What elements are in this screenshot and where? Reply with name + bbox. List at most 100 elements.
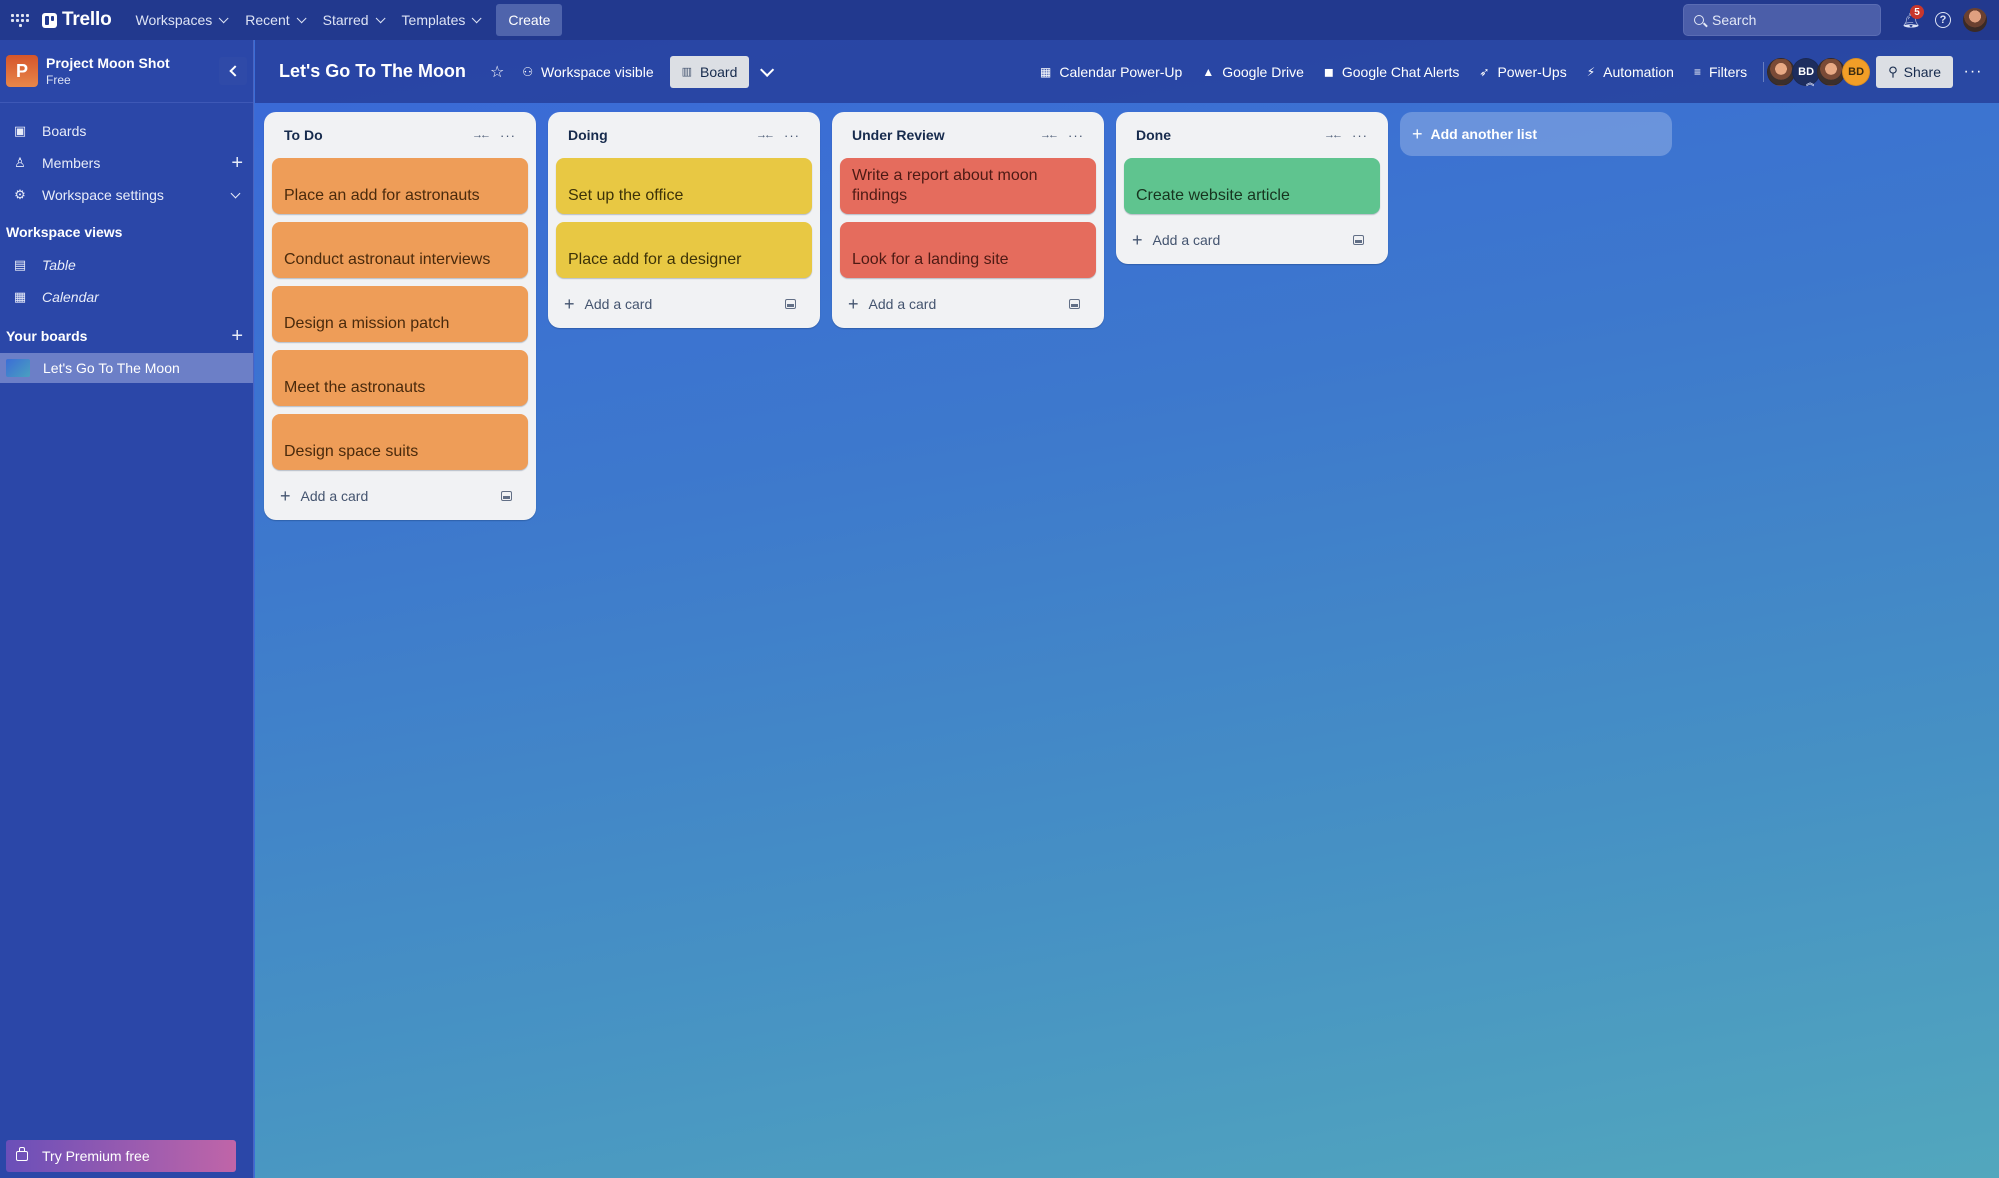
collapse-list-icon[interactable]: →← (750, 121, 778, 149)
card[interactable]: Set up the office (556, 158, 812, 214)
briefcase-icon (16, 1147, 28, 1161)
chevron-down-icon[interactable] (230, 188, 241, 198)
card[interactable]: Meet the astronauts (272, 350, 528, 406)
workspace-info: Project Moon Shot Free (46, 55, 219, 87)
sidebar-board-label: Let's Go To The Moon (43, 360, 180, 376)
add-list-label: Add another list (1430, 126, 1538, 142)
google-chat-alerts-button[interactable]: ◼ Google Chat Alerts (1314, 56, 1469, 88)
card[interactable]: Design a mission patch (272, 286, 528, 342)
premium-label: Try Premium free (42, 1148, 150, 1164)
workspace-header: P Project Moon Shot Free (0, 40, 253, 103)
create-from-template-button[interactable] (1060, 290, 1088, 318)
card[interactable]: Write a report about moon findings (840, 158, 1096, 214)
list-title[interactable]: Doing (568, 127, 750, 143)
collapse-list-icon[interactable]: →← (1318, 121, 1346, 149)
card[interactable]: Look for a landing site (840, 222, 1096, 278)
add-card-button[interactable]: + Add a card (280, 480, 492, 512)
list-title[interactable]: Done (1136, 127, 1318, 143)
sidebar-board-lets-go-to-the-moon[interactable]: Let's Go To The Moon (0, 353, 253, 383)
create-button[interactable]: Create (496, 4, 563, 36)
sidebar-item-label: Members (42, 155, 101, 171)
automation-button[interactable]: ⚡︎ Automation (1577, 56, 1684, 88)
add-card-button[interactable]: + Add a card (1132, 224, 1344, 256)
powerup-label: Power-Ups (1497, 63, 1567, 80)
list-menu-icon[interactable]: ··· (1346, 121, 1374, 149)
sidebar-item-calendar[interactable]: ▦ Calendar (0, 281, 253, 313)
app-switcher-icon[interactable] (10, 10, 30, 30)
sidebar-item-label: Table (42, 257, 76, 273)
create-from-template-button[interactable] (492, 482, 520, 510)
power-ups-button[interactable]: ➶ Power-Ups (1469, 56, 1576, 88)
recent-menu[interactable]: Recent (235, 4, 312, 36)
board-header: Let's Go To The Moon ☆ ⚇ Workspace visib… (255, 40, 1999, 103)
app-name: Trello (62, 9, 112, 30)
template-icon (1068, 299, 1080, 309)
collapse-sidebar-button[interactable] (219, 57, 247, 85)
visibility-button[interactable]: ⚇ Workspace visible (512, 56, 663, 88)
section-heading: Your boards (6, 328, 88, 344)
collapse-list-icon[interactable]: →← (466, 121, 494, 149)
star-icon: ☆ (489, 63, 505, 81)
sidebar-item-members[interactable]: ♙ Members + (0, 147, 253, 179)
card[interactable]: Create website article (1124, 158, 1380, 214)
list-title[interactable]: To Do (284, 127, 466, 143)
card[interactable]: Place an add for astronauts (272, 158, 528, 214)
search-input[interactable]: Search (1683, 4, 1881, 36)
try-premium-button[interactable]: Try Premium free (6, 1140, 236, 1172)
account-avatar-button[interactable] (1959, 4, 1991, 36)
board-title[interactable]: Let's Go To The Moon (279, 61, 466, 82)
member-avatar[interactable] (1767, 57, 1796, 86)
sidebar-item-label: Calendar (42, 289, 99, 305)
list-title[interactable]: Under Review (852, 127, 1034, 143)
add-card-button[interactable]: + Add a card (564, 288, 776, 320)
add-card-button[interactable]: + Add a card (848, 288, 1060, 320)
sidebar-item-label: Boards (42, 123, 87, 139)
sidebar-item-workspace-settings[interactable]: ⚙ Workspace settings (0, 179, 253, 211)
card[interactable]: Conduct astronaut interviews (272, 222, 528, 278)
member-avatar[interactable]: BD (1842, 57, 1871, 86)
collapse-list-icon[interactable]: →← (1034, 121, 1062, 149)
google-drive-button[interactable]: ▲ Google Drive (1192, 56, 1314, 88)
add-another-list-button[interactable]: + Add another list (1400, 112, 1672, 156)
board-icon: ▣ (13, 123, 27, 138)
create-from-template-button[interactable] (1344, 226, 1372, 254)
starred-menu[interactable]: Starred (313, 4, 392, 36)
star-board-button[interactable]: ☆ (482, 56, 512, 88)
workspaces-menu[interactable]: Workspaces (125, 4, 235, 36)
search-placeholder: Search (1712, 12, 1757, 28)
member-avatar[interactable] (1817, 57, 1846, 86)
workspace-name[interactable]: Project Moon Shot (46, 55, 219, 71)
filters-button[interactable]: ≡ Filters (1684, 56, 1757, 88)
workspace-logo[interactable]: P (6, 55, 38, 87)
chevron-down-icon[interactable] (749, 56, 781, 88)
help-button[interactable]: ? (1927, 4, 1959, 36)
board-menu-button[interactable]: ··· (1957, 56, 1989, 88)
list-to-do[interactable]: To Do →← ··· Place an add for astronauts… (264, 112, 536, 520)
add-member-button[interactable]: + (231, 153, 243, 173)
add-card-label: Add a card (300, 488, 369, 504)
share-button[interactable]: ⚲ Share (1876, 55, 1953, 88)
list-under-review[interactable]: Under Review →← ··· Write a report about… (832, 112, 1104, 328)
templates-menu[interactable]: Templates (392, 4, 489, 36)
notifications-button[interactable]: 🔔︎ 5 (1895, 4, 1927, 36)
list-done[interactable]: Done →← ··· Create website article + Add … (1116, 112, 1388, 264)
sidebar-item-table[interactable]: ▤ Table (0, 249, 253, 281)
trello-logo[interactable]: Trello (42, 9, 112, 31)
member-avatar[interactable]: BD ︽ (1792, 57, 1821, 86)
list-menu-icon[interactable]: ··· (778, 121, 806, 149)
powerup-label: Filters (1708, 63, 1748, 80)
create-from-template-button[interactable] (776, 290, 804, 318)
member-initials: BD (1848, 65, 1865, 78)
add-board-button[interactable]: + (231, 326, 243, 346)
recent-menu-label: Recent (245, 12, 290, 28)
list-menu-icon[interactable]: ··· (494, 121, 522, 149)
list-menu-icon[interactable]: ··· (1062, 121, 1090, 149)
list-footer: + Add a card (556, 286, 812, 322)
card[interactable]: Design space suits (272, 414, 528, 470)
google-drive-icon: ▲ (1202, 64, 1215, 79)
card[interactable]: Place add for a designer (556, 222, 812, 278)
list-doing[interactable]: Doing →← ··· Set up the office Place add… (548, 112, 820, 328)
sidebar-item-boards[interactable]: ▣ Boards (0, 115, 253, 147)
board-view-button[interactable]: ▥ Board (669, 55, 750, 88)
calendar-powerup-button[interactable]: ▦ Calendar Power-Up (1030, 56, 1192, 88)
